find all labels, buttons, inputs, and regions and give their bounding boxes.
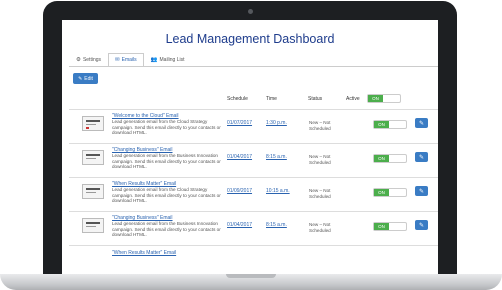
active-toggle[interactable]: ON: [373, 222, 407, 231]
tab-label: Mailing List: [159, 57, 185, 63]
tab-mailing-list[interactable]: 👥 Mailing List: [144, 53, 192, 66]
edit-row-button[interactable]: ✎: [415, 118, 428, 128]
status-text: New – Not Scheduled: [309, 222, 331, 233]
header-time: Time: [266, 96, 277, 102]
screen: Lead Management Dashboard ⚙ Settings ✉ Ema…: [62, 20, 438, 277]
email-thumbnail: [82, 218, 104, 233]
table-row: "Welcome to the Cloud" Email Lead genera…: [69, 109, 438, 144]
edit-row-button[interactable]: ✎: [415, 152, 428, 162]
pencil-icon: ✎: [418, 120, 425, 127]
table-row: "Changing Business" Email Lead generatio…: [69, 211, 438, 246]
toggle-on-label: ON: [374, 155, 389, 162]
laptop-notch: [226, 274, 276, 278]
schedule-time-link[interactable]: 8:15 a.m.: [266, 222, 287, 228]
schedule-time-link[interactable]: 8:15 a.m.: [266, 154, 287, 160]
tab-settings[interactable]: ⚙ Settings: [69, 53, 108, 66]
tab-label: Settings: [82, 57, 102, 63]
users-icon: 👥: [150, 57, 158, 63]
table-row: "When Results Matter" Email Lead generat…: [69, 177, 438, 212]
toggle-on-label: ON: [374, 121, 389, 128]
tab-divider: [69, 66, 438, 67]
email-description: Lead generation email from the Cloud Str…: [112, 187, 221, 204]
edit-label: Edit: [84, 75, 93, 82]
active-toggle[interactable]: ON: [373, 188, 407, 197]
envelope-icon: ✉: [115, 57, 120, 63]
email-description: Lead generation email from the Business …: [112, 153, 221, 170]
active-toggle[interactable]: ON: [373, 154, 407, 163]
status-text: New – Not Scheduled: [309, 154, 331, 165]
tab-emails[interactable]: ✉ Emails: [108, 53, 144, 66]
tab-bar: ⚙ Settings ✉ Emails 👥 Mailing List: [69, 53, 192, 66]
header-active: Active: [346, 96, 360, 102]
edit-row-button[interactable]: ✎: [415, 220, 428, 230]
tab-label: Emails: [121, 57, 137, 63]
edit-button[interactable]: ✎ Edit: [73, 73, 98, 84]
status-text: New – Not Scheduled: [309, 188, 331, 199]
camera-icon: [248, 9, 253, 14]
toggle-on-label: ON: [374, 189, 389, 196]
email-title-link[interactable]: "When Results Matter" Email: [112, 250, 176, 256]
toggle-on-label: ON: [374, 223, 389, 230]
schedule-date-link[interactable]: 01/04/2017: [227, 154, 252, 160]
schedule-date-link[interactable]: 01/04/2017: [227, 222, 252, 228]
header-status: Status: [308, 96, 323, 102]
email-thumbnail: [82, 184, 104, 199]
email-thumbnail: [82, 150, 104, 165]
header-schedule: Schedule: [227, 96, 248, 102]
email-thumbnail: [82, 116, 104, 131]
laptop-bezel: Lead Management Dashboard ⚙ Settings ✉ Ema…: [43, 1, 457, 286]
pencil-icon: ✎: [418, 222, 425, 229]
status-text: New – Not Scheduled: [309, 120, 331, 131]
schedule-time-link[interactable]: 10:15 a.m.: [266, 188, 290, 194]
pencil-icon: ✎: [418, 188, 425, 195]
active-toggle[interactable]: ON: [373, 120, 407, 129]
page-title: Lead Management Dashboard: [165, 32, 335, 46]
table-row: "Changing Business" Email Lead generatio…: [69, 143, 438, 178]
pencil-icon: ✎: [418, 154, 425, 161]
toggle-on-label: ON: [368, 95, 383, 102]
master-toggle[interactable]: ON: [367, 94, 401, 103]
gear-icon: ⚙: [76, 57, 81, 63]
table-row: "When Results Matter" Email: [69, 245, 438, 277]
pencil-icon: ✎: [78, 75, 83, 82]
edit-row-button[interactable]: ✎: [415, 186, 428, 196]
email-description: Lead generation email from the Business …: [112, 221, 221, 238]
email-description: Lead generation email from the Cloud Str…: [112, 119, 221, 136]
schedule-date-link[interactable]: 01/07/2017: [227, 120, 252, 126]
schedule-time-link[interactable]: 1:30 p.m.: [266, 120, 287, 126]
schedule-date-link[interactable]: 01/09/2017: [227, 188, 252, 194]
